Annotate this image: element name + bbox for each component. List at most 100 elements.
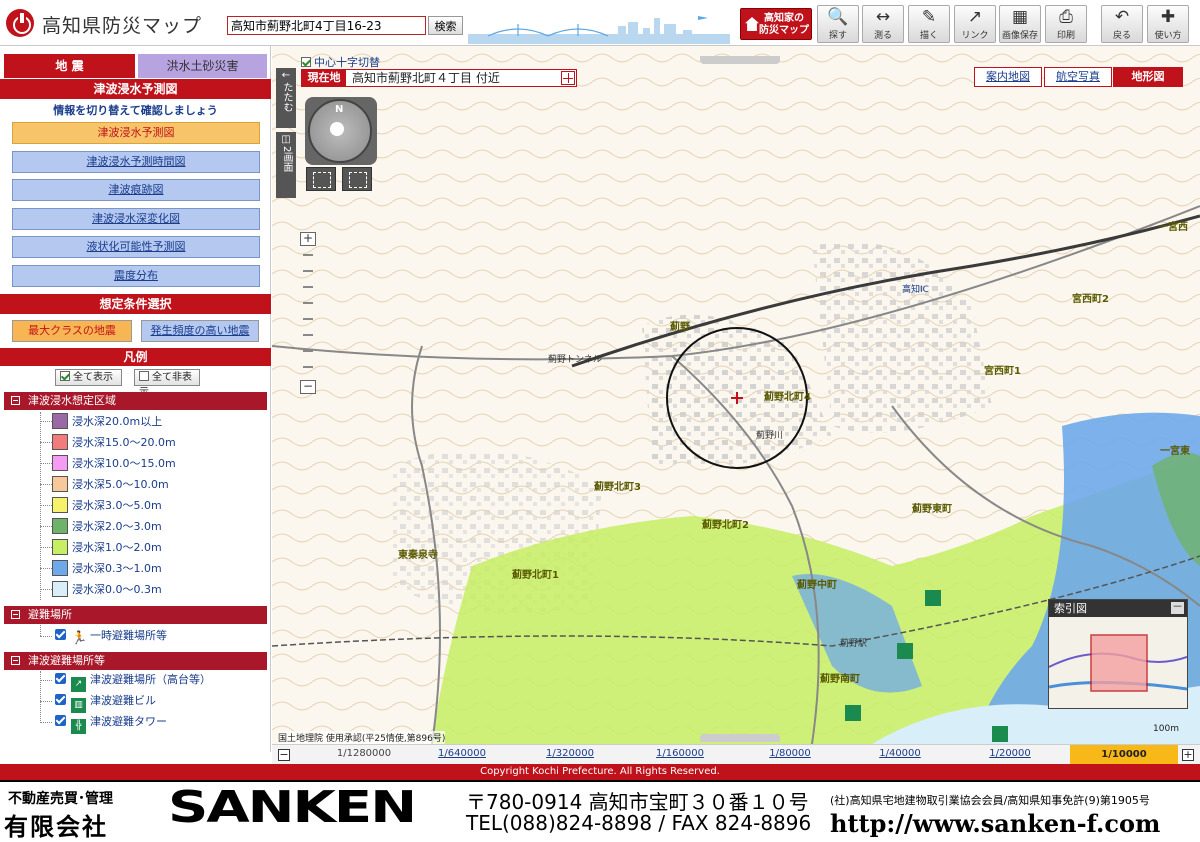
zoom-out-step-button[interactable]: − [278, 749, 290, 761]
compass-center-icon[interactable] [330, 122, 344, 136]
place-label: 一宮西 [1158, 220, 1188, 233]
city-skyline-illustration [468, 16, 730, 44]
banner-membership: (社)高知県宅地建物取引業協会会員/高知県知事免許(9)第1905号 [830, 794, 1150, 807]
inundation-legend-item: 浸水深1.0～2.0m [52, 538, 162, 557]
banner-phone: TEL(088)824-8898 / FAX 824-8896 [466, 811, 812, 835]
dual-screen-button[interactable]: ◫ 2画面 [276, 132, 296, 198]
inundation-legend-item: 浸水深2.0～3.0m [52, 517, 162, 536]
search-button[interactable]: 検索 [428, 16, 463, 35]
zoom-in-button[interactable]: + [300, 232, 316, 246]
minimize-icon[interactable]: － [1171, 601, 1184, 614]
menu-tsunami-inundation[interactable]: 津波浸水予測図 [12, 122, 260, 144]
scale-option[interactable]: 1/1280000 [324, 748, 404, 759]
checkbox-checked-icon[interactable] [55, 694, 66, 705]
show-all-button[interactable]: 全て表示 [55, 369, 122, 386]
running-person-icon: 🏃 [71, 631, 88, 646]
zoom-out-button[interactable]: − [300, 380, 316, 394]
scale-option[interactable]: 1/20000 [970, 748, 1050, 759]
place-label: 薊野北町2 [701, 518, 749, 531]
collapse-icon[interactable] [11, 610, 20, 619]
current-location-label: 現在地 [302, 70, 346, 86]
link-button[interactable]: ↗ リンク [954, 5, 996, 43]
maptype-aerial-photo[interactable]: 航空写真 [1044, 67, 1112, 87]
current-location-box: 現在地 高知市薊野北町４丁目 付近 [301, 69, 577, 87]
map-side-strip: ← たたむ ◫ 2画面 [276, 68, 296, 198]
measure-button[interactable]: ↔ 測る [862, 5, 904, 43]
scale-option[interactable]: 1/40000 [860, 748, 940, 759]
hide-all-button[interactable]: 全て非表示 [134, 369, 200, 398]
zoom-in-step-button[interactable]: + [1182, 749, 1194, 761]
back-button[interactable]: ↶ 戻る [1101, 5, 1143, 43]
header: 高知県防災マップ 検索 高知家の 防災マップ 🔍 探す ↔ 測る ✎ 描く ↗ … [0, 0, 1200, 46]
checkbox-checked-icon[interactable] [301, 57, 311, 67]
box-zoom-in-button[interactable] [306, 167, 336, 191]
evacuation-tower-icon: ╬ [71, 719, 86, 734]
place-label: 薊野駅 [840, 637, 867, 649]
maptype-topographic[interactable]: 地形図 [1113, 67, 1183, 87]
collapse-icon[interactable] [11, 656, 20, 665]
inundation-legend-item: 浸水深5.0～10.0m [52, 475, 169, 494]
checkbox-checked-icon[interactable] [55, 673, 66, 684]
group-inundation-header[interactable]: 津波浸水想定区域 [4, 392, 267, 410]
menu-liquefaction[interactable]: 液状化可能性予測図 [12, 236, 260, 258]
group-evacuation-header[interactable]: 避難場所 [4, 606, 267, 624]
north-indicator: N [335, 104, 344, 115]
draw-button[interactable]: ✎ 描く [908, 5, 950, 43]
place-label: 薊野 [669, 320, 690, 333]
kochi-disaster-map-button[interactable]: 高知家の 防災マップ [740, 8, 812, 40]
map-image-icon: ▦ [1011, 7, 1029, 27]
pan-compass-control[interactable]: N [305, 97, 377, 165]
undo-arrow-icon: ↶ [1114, 7, 1130, 27]
banner-company-name: SANKEN [168, 782, 417, 833]
checkbox-checked-icon[interactable] [55, 629, 66, 640]
tab-flood-landslide[interactable]: 洪水土砂災害 [138, 54, 267, 78]
collapse-icon[interactable] [11, 396, 20, 405]
evac-temporary-item[interactable]: 🏃 一時避難場所等 [55, 626, 167, 646]
left-panel: 地 震 洪水土砂災害 津波浸水予測図 情報を切り替えて確認しましょう 津波浸水予… [0, 46, 271, 752]
group-tsunami-shelter-header[interactable]: 津波避難場所等 [4, 652, 267, 670]
menu-tsunami-time[interactable]: 津波浸水予測時間図 [12, 151, 260, 173]
save-image-button[interactable]: ▦ 画像保存 [999, 5, 1041, 43]
place-label: 薊野中町 [796, 578, 837, 591]
color-swatch [52, 539, 68, 555]
index-map-thumbnail[interactable] [1048, 617, 1188, 708]
place-label: 宮西町1 [984, 364, 1021, 377]
map-pan-up-handle[interactable] [700, 56, 780, 64]
tsunami-building-item[interactable]: ▥ 津波避難ビル [55, 691, 156, 713]
menu-tsunami-depth-change[interactable]: 津波浸水深変化図 [12, 208, 260, 230]
find-button[interactable]: 🔍 探す [817, 5, 859, 43]
locate-target-icon[interactable] [561, 71, 575, 85]
scale-current[interactable]: 1/10000 [1070, 745, 1178, 764]
maptype-guide-map[interactable]: 案内地図 [974, 67, 1042, 87]
tsunami-highground-item[interactable]: ↗ 津波避難場所（高台等） [55, 670, 211, 692]
inundation-legend-item: 浸水深0.0～0.3m [52, 580, 162, 599]
menu-seismic-intensity[interactable]: 震度分布 [12, 265, 260, 287]
index-map-title: 索引図 [1049, 600, 1187, 617]
tab-earthquake[interactable]: 地 震 [4, 54, 135, 78]
map-pan-down-handle[interactable] [700, 734, 780, 742]
print-button[interactable]: ⎙ 印刷 [1045, 5, 1087, 43]
zoom-slider[interactable]: + − [300, 232, 316, 394]
index-map-panel[interactable]: 索引図 － [1048, 599, 1188, 709]
banner-url[interactable]: http://www.sanken-f.com [830, 809, 1160, 838]
box-zoom-out-button[interactable] [342, 167, 372, 191]
advertisement-banner[interactable]: 不動産売買･管理 有限会社 SANKEN 〒780-0914 高知市宝町３０番１… [0, 780, 1200, 841]
menu-tsunami-traces[interactable]: 津波痕跡図 [12, 179, 260, 201]
condition-max-class-button[interactable]: 最大クラスの地震 [12, 320, 132, 342]
scale-option[interactable]: 1/160000 [640, 748, 720, 759]
fold-panel-button[interactable]: ← たたむ [276, 68, 296, 128]
address-search-input[interactable] [227, 16, 426, 35]
center-cross-toggle[interactable]: 中心十字切替 [301, 54, 380, 70]
copyright-bar: Copyright Kochi Prefecture. All Rights R… [0, 764, 1200, 780]
banner-company-type: 有限会社 [4, 813, 108, 841]
scale-option[interactable]: 1/640000 [422, 748, 502, 759]
scale-selector: − 1/1280000 1/640000 1/320000 1/160000 1/800… [272, 744, 1200, 764]
help-button[interactable]: ✚ 使い方 [1147, 5, 1189, 43]
scale-bar-label: 100m [1153, 724, 1179, 734]
scale-option[interactable]: 1/320000 [530, 748, 610, 759]
condition-high-frequency-button[interactable]: 発生頻度の高い地震 [141, 320, 259, 342]
checkbox-checked-icon[interactable] [55, 715, 66, 726]
scale-option[interactable]: 1/80000 [750, 748, 830, 759]
tsunami-tower-item[interactable]: ╬ 津波避難タワー [55, 712, 167, 734]
place-label: 薊野南町 [819, 672, 860, 685]
